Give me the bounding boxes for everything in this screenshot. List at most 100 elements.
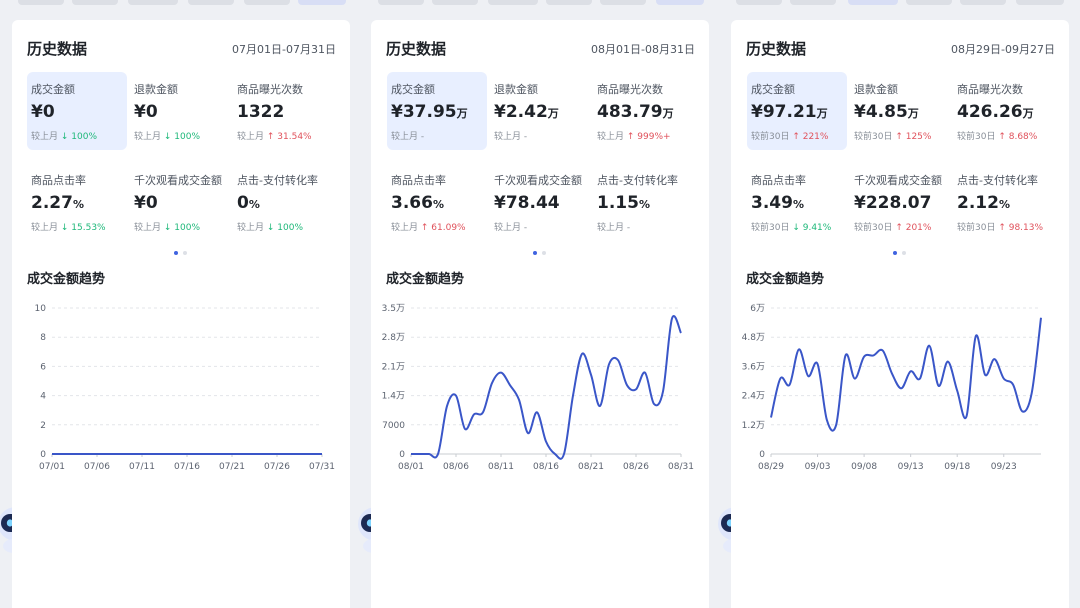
pager-dot[interactable] xyxy=(183,251,187,255)
history-card: 历史数据 07月01日-07月31日 成交金额 ¥0 较上月 ↓ 100% 退款… xyxy=(12,20,350,608)
x-tick-label: 08/16 xyxy=(533,462,559,472)
metric-refund[interactable]: 退款金额 ¥4.85万 较前30日 ↑ 125% xyxy=(850,72,950,150)
metric-compare: 较前30日 ↑ 98.13% xyxy=(957,223,1044,233)
metric-gpm[interactable]: 千次观看成交金额 ¥0 较上月 ↓ 100% xyxy=(130,163,230,241)
tab-pill-active[interactable] xyxy=(298,0,346,5)
metric-compare: 较上月 - xyxy=(494,132,528,142)
metric-ctr[interactable]: 商品点击率 3.66% 较上月 ↑ 61.09% xyxy=(387,163,487,241)
tab-pill[interactable] xyxy=(72,0,118,5)
date-range[interactable]: 07月01日-07月31日 xyxy=(232,41,336,57)
trend-title: 成交金额趋势 xyxy=(746,272,825,287)
tab-pill[interactable] xyxy=(488,0,538,5)
metric-label: 商品曝光次数 xyxy=(597,83,663,96)
date-range[interactable]: 08月29日-09月27日 xyxy=(951,41,1055,57)
metric-label: 商品点击率 xyxy=(391,174,446,187)
metric-value: ¥0 xyxy=(134,102,158,122)
metric-value: ¥228.07 xyxy=(854,193,932,213)
tab-pill[interactable] xyxy=(1016,0,1064,5)
y-tick-label: 2.4万 xyxy=(742,392,765,402)
metric-label: 点击-支付转化率 xyxy=(597,174,678,187)
tab-pill[interactable] xyxy=(790,0,836,5)
metric-gmv[interactable]: 成交金额 ¥0 较上月 ↓ 100% xyxy=(27,72,127,150)
metric-label: 千次观看成交金额 xyxy=(134,174,222,187)
card-title: 历史数据 xyxy=(27,40,88,58)
tab-pill-active[interactable] xyxy=(848,0,898,5)
metric-compare: 较上月 - xyxy=(494,223,528,233)
tab-pill[interactable] xyxy=(244,0,290,5)
x-tick-label: 09/18 xyxy=(944,462,970,472)
x-tick-label: 08/21 xyxy=(578,462,604,472)
metric-gmv[interactable]: 成交金额 ¥97.21万 较前30日 ↑ 221% xyxy=(747,72,847,150)
metric-refund[interactable]: 退款金额 ¥0 较上月 ↓ 100% xyxy=(130,72,230,150)
y-tick-label: 2.1万 xyxy=(382,362,405,372)
metric-value: ¥2.42万 xyxy=(494,102,559,122)
metric-value: ¥0 xyxy=(31,102,55,122)
tab-pill[interactable] xyxy=(600,0,646,5)
pager-dots[interactable] xyxy=(12,251,350,257)
metric-refund[interactable]: 退款金额 ¥2.42万 较上月 - xyxy=(490,72,590,150)
metric-value: 0% xyxy=(237,193,260,213)
trend-title: 成交金额趋势 xyxy=(386,272,465,287)
metric-label: 点击-支付转化率 xyxy=(957,174,1038,187)
gmv-trend-chart[interactable]: 0 2 4 6 8 10 07/01 07/06 07/11 07/16 07/21 07/26 07/… xyxy=(12,292,350,492)
trend-title: 成交金额趋势 xyxy=(27,272,106,287)
pager-dots[interactable] xyxy=(371,251,709,257)
card-title: 历史数据 xyxy=(746,40,807,58)
tab-pill-active[interactable] xyxy=(656,0,704,5)
gmv-trend-chart[interactable]: 0 7000 1.4万 2.1万 2.8万 3.5万 08/01 08/06 08/11 08/1… xyxy=(371,292,709,492)
pager-dot[interactable] xyxy=(542,251,546,255)
pager-dot[interactable] xyxy=(902,251,906,255)
tab-pill[interactable] xyxy=(128,0,178,5)
metric-compare: 较上月 ↓ 100% xyxy=(237,223,304,233)
metric-gmv[interactable]: 成交金额 ¥37.95万 较上月 - xyxy=(387,72,487,150)
tab-pill[interactable] xyxy=(906,0,952,5)
metric-compare: 较前30日 ↑ 201% xyxy=(854,223,932,233)
metric-gpm[interactable]: 千次观看成交金额 ¥228.07 较前30日 ↑ 201% xyxy=(850,163,950,241)
metric-value: 2.27% xyxy=(31,193,84,213)
card-header: 历史数据 07月01日-07月31日 xyxy=(27,38,336,62)
metric-label: 点击-支付转化率 xyxy=(237,174,318,187)
tab-pill[interactable] xyxy=(188,0,234,5)
pager-dot-active[interactable] xyxy=(893,251,897,255)
x-tick-label: 07/01 xyxy=(39,462,65,472)
y-tick-label: 0 xyxy=(759,450,765,460)
tab-pill[interactable] xyxy=(736,0,782,5)
metric-compare: 较上月 ↑ 61.09% xyxy=(391,223,466,233)
y-tick-label: 4.8万 xyxy=(742,333,765,343)
gmv-trend-chart[interactable]: 0 1.2万 2.4万 3.6万 4.8万 6万 08/29 09/03 09/08 09/13 0… xyxy=(731,292,1069,492)
tab-pill[interactable] xyxy=(546,0,592,5)
metric-value: 426.26万 xyxy=(957,102,1034,122)
x-tick-label: 08/29 xyxy=(758,462,784,472)
y-tick-label: 2.8万 xyxy=(382,333,405,343)
metric-compare: 较前30日 ↑ 221% xyxy=(751,132,829,142)
metric-exposure[interactable]: 商品曝光次数 426.26万 较前30日 ↑ 8.68% xyxy=(953,72,1053,150)
y-tick-label: 7000 xyxy=(382,421,405,431)
metric-conversion[interactable]: 点击-支付转化率 1.15% 较上月 - xyxy=(593,163,693,241)
tab-pill[interactable] xyxy=(432,0,478,5)
y-tick-label: 6万 xyxy=(750,304,765,314)
card-header: 历史数据 08月01日-08月31日 xyxy=(386,38,695,62)
pager-dots[interactable] xyxy=(731,251,1069,257)
metric-value: 1.15% xyxy=(597,193,650,213)
date-range[interactable]: 08月01日-08月31日 xyxy=(591,41,695,57)
metric-ctr[interactable]: 商品点击率 3.49% 较前30日 ↓ 9.41% xyxy=(747,163,847,241)
metric-label: 退款金额 xyxy=(854,83,898,96)
y-tick-label: 10 xyxy=(35,304,47,314)
metric-exposure[interactable]: 商品曝光次数 483.79万 较上月 ↑ 999%+ xyxy=(593,72,693,150)
tab-pill[interactable] xyxy=(18,0,64,5)
pager-dot-active[interactable] xyxy=(533,251,537,255)
metric-ctr[interactable]: 商品点击率 2.27% 较上月 ↓ 15.53% xyxy=(27,163,127,241)
metric-conversion[interactable]: 点击-支付转化率 0% 较上月 ↓ 100% xyxy=(233,163,333,241)
pager-dot-active[interactable] xyxy=(174,251,178,255)
y-tick-label: 3.6万 xyxy=(742,362,765,372)
metric-conversion[interactable]: 点击-支付转化率 2.12% 较前30日 ↑ 98.13% xyxy=(953,163,1053,241)
y-tick-label: 2 xyxy=(40,421,46,431)
metric-exposure[interactable]: 商品曝光次数 1322 较上月 ↑ 31.54% xyxy=(233,72,333,150)
metric-gpm[interactable]: 千次观看成交金额 ¥78.44 较上月 - xyxy=(490,163,590,241)
tab-pill[interactable] xyxy=(378,0,424,5)
metric-value: ¥78.44 xyxy=(494,193,560,213)
metric-value: ¥97.21万 xyxy=(751,102,828,122)
tab-pill[interactable] xyxy=(960,0,1006,5)
metric-label: 商品曝光次数 xyxy=(237,83,303,96)
metric-label: 千次观看成交金额 xyxy=(494,174,582,187)
